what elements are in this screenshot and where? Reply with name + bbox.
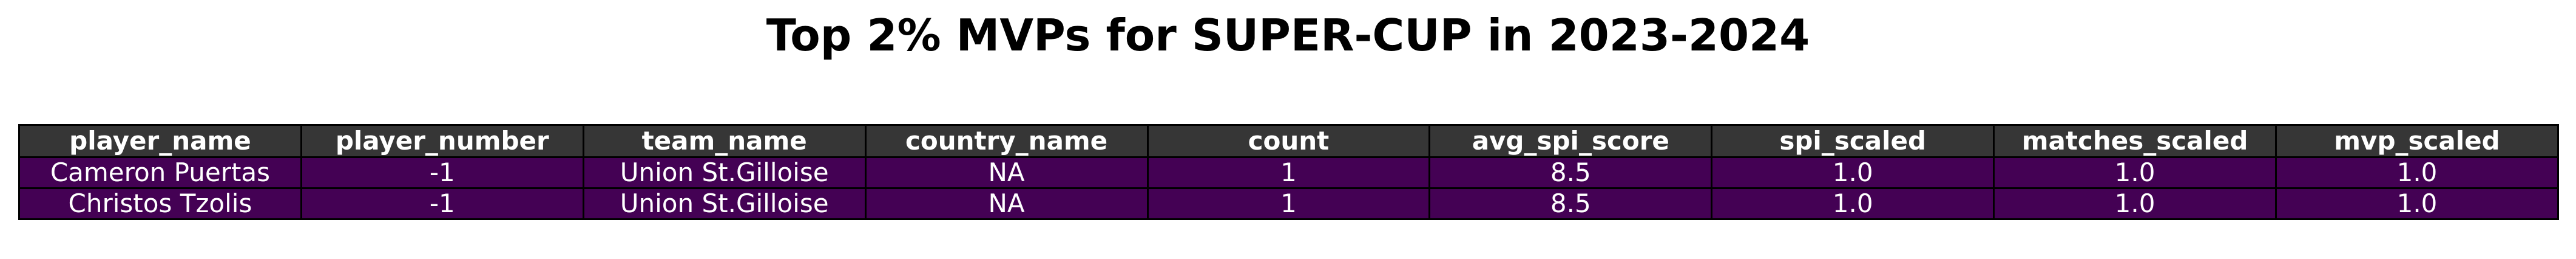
table-cell-count: 1 (1146, 187, 1431, 220)
table-cell-player-number: -1 (300, 187, 584, 220)
header-row: player_name player_number team_name country… (18, 124, 2559, 158)
table-cell-team-name: Union St.Gilloise (582, 156, 867, 189)
mvp-table: player_name player_number team_name country… (18, 124, 2559, 220)
column-header-avg-spi-score: avg_spi_score (1428, 124, 1713, 158)
column-header-count: count (1146, 124, 1431, 158)
table-cell-mvp-scaled: 1.0 (2275, 187, 2559, 220)
table-row: Cameron Puertas -1 Union St.Gilloise NA 1 8.5… (18, 156, 2559, 189)
table-cell-avg-spi-score: 8.5 (1428, 187, 1713, 220)
table-cell-matches-scaled: 1.0 (1993, 187, 2277, 220)
table-cell-country-name: NA (864, 187, 1149, 220)
table-cell-team-name: Union St.Gilloise (582, 187, 867, 220)
table-cell-avg-spi-score: 8.5 (1428, 156, 1713, 189)
table-body: Cameron Puertas -1 Union St.Gilloise NA 1 8.5… (18, 156, 2559, 220)
column-header-player-name: player_name (18, 124, 302, 158)
column-header-player-number: player_number (300, 124, 584, 158)
table-cell-mvp-scaled: 1.0 (2275, 156, 2559, 189)
table-cell-player-name: Cameron Puertas (18, 156, 302, 189)
table-cell-count: 1 (1146, 156, 1431, 189)
table-cell-matches-scaled: 1.0 (1993, 156, 2277, 189)
table-cell-spi-scaled: 1.0 (1711, 187, 1995, 220)
column-header-spi-scaled: spi_scaled (1711, 124, 1995, 158)
table-row: Christos Tzolis -1 Union St.Gilloise NA 1 8.5… (18, 187, 2559, 220)
table-header: player_name player_number team_name country… (18, 124, 2559, 158)
column-header-country-name: country_name (864, 124, 1149, 158)
table-cell-spi-scaled: 1.0 (1711, 156, 1995, 189)
table-cell-country-name: NA (864, 156, 1149, 189)
table-cell-player-number: -1 (300, 156, 584, 189)
column-header-matches-scaled: matches_scaled (1993, 124, 2277, 158)
table-cell-player-name: Christos Tzolis (18, 187, 302, 220)
column-header-mvp-scaled: mvp_scaled (2275, 124, 2559, 158)
chart-title: Top 2% MVPs for SUPER-CUP in 2023-2024 (766, 10, 1810, 61)
column-header-team-name: team_name (582, 124, 867, 158)
